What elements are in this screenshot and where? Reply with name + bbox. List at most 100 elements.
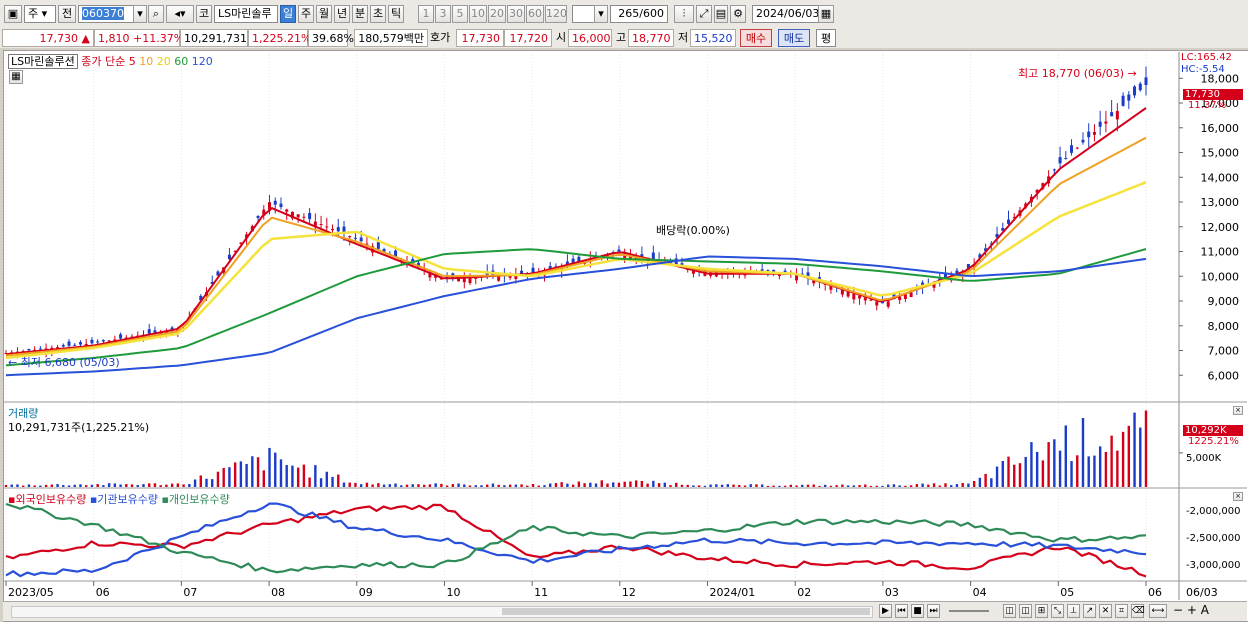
volume-bar-16 [96, 484, 99, 487]
candle-body-11 [67, 341, 71, 346]
volume-bar-105 [606, 483, 609, 487]
holders-axis-2: -2,500,000 [1186, 533, 1241, 544]
candle-body-185 [1064, 158, 1068, 160]
volume-bar-131 [755, 484, 758, 487]
volume-bar-92 [531, 483, 535, 487]
volume-bar-115 [663, 482, 666, 487]
scroll-right-icon[interactable]: ▶ [879, 604, 892, 618]
trend-icon[interactable]: ⤡ [1051, 604, 1064, 618]
volume-bar-196 [1127, 425, 1131, 487]
volume-bar-182 [1047, 442, 1050, 487]
volume-bar-128 [738, 484, 741, 487]
volume-bar-7 [44, 484, 48, 487]
x-label-0: 2023/05 [8, 586, 54, 599]
volume-bar-189 [1087, 456, 1090, 487]
individual-holding-text: 개인보유수량 [168, 493, 230, 506]
forward-icon[interactable]: ⏭ [927, 604, 940, 618]
chart-type-icon[interactable]: ◫ [1003, 604, 1016, 618]
volume-bar-177 [1018, 463, 1022, 487]
zoom-in-out-icon[interactable]: ⟷ [1149, 604, 1167, 618]
volume-bar-172 [990, 478, 993, 487]
volume-bar-63 [365, 482, 369, 487]
volume-bar-109 [629, 481, 632, 487]
volume-bar-65 [377, 483, 380, 487]
volume-bar-60 [348, 482, 351, 487]
candle-body-157 [903, 294, 907, 299]
dividend-annotation: 배당락(0.00%) [656, 224, 730, 237]
x-label-1: 06 [96, 586, 110, 599]
rewind-icon[interactable]: ⏮ [895, 604, 908, 618]
ruler-icon[interactable]: ⟂ [1067, 604, 1080, 618]
volume-bar-26 [153, 483, 157, 487]
volume-bar-51 [296, 467, 300, 487]
candle-body-60 [348, 236, 352, 238]
volume-bar-157 [904, 485, 907, 487]
layout-icon[interactable]: ⊞ [1035, 604, 1048, 618]
candle-body-187 [1075, 147, 1079, 149]
volume-bar-107 [617, 482, 621, 487]
volume-bar-144 [829, 485, 833, 487]
scroll-track[interactable] [11, 606, 873, 618]
cross-tool-icon[interactable]: ✕ [1099, 604, 1112, 618]
x-label-4: 09 [359, 586, 373, 599]
grid-toggle-icon[interactable]: ▦ [9, 70, 23, 84]
volume-bar-146 [841, 484, 844, 487]
volume-bar-80 [463, 484, 466, 487]
candle-body-154 [886, 301, 890, 307]
x-label-10: 03 [885, 586, 899, 599]
holders-legend: ▪외국인보유수량 ▪기관보유수량 ▪개인보유수량 [8, 491, 230, 507]
compare-icon[interactable]: ◫ [1019, 604, 1032, 618]
volume-bar-135 [778, 485, 781, 487]
volume-bar-19 [113, 483, 117, 487]
volume-bar-187 [1076, 455, 1079, 487]
low-annotation: ← 최저 6,680 (05/03) [8, 356, 120, 369]
institution-holding-label: ▪기관보유수량 [89, 493, 159, 506]
x-label-12: 05 [1060, 586, 1074, 599]
volume-bar-76 [440, 483, 443, 487]
candle-body-47 [273, 200, 277, 205]
candle-body-107 [617, 249, 621, 252]
candle-body-62 [359, 237, 363, 242]
volume-bar-108 [623, 481, 626, 487]
scroll-thumb[interactable] [502, 608, 870, 615]
stock-tag: LS마린솔루션 [8, 54, 78, 69]
volume-bar-10 [62, 485, 65, 487]
x-label-6: 11 [534, 586, 548, 599]
volume-bar-116 [669, 485, 672, 487]
volume-bar-156 [898, 485, 901, 487]
volume-bar-165 [950, 485, 953, 487]
zoom-controls[interactable]: − + A [1173, 603, 1209, 617]
volume-bar-180 [1035, 451, 1039, 487]
candle-body-175 [1007, 219, 1011, 224]
volume-bar-15 [90, 484, 94, 487]
candle-body-186 [1070, 145, 1074, 153]
volume-bar-46 [268, 447, 271, 487]
volume-bar-35 [205, 478, 208, 487]
volume-bar-94 [543, 485, 546, 487]
candle-body-51 [296, 214, 300, 218]
eraser-icon[interactable]: ⌫ [1131, 604, 1145, 618]
volume-close-icon[interactable]: × [1233, 406, 1243, 415]
text-tool-icon[interactable]: ⌗ [1115, 604, 1128, 618]
volume-bar-75 [434, 483, 437, 487]
candle-body-194 [1115, 111, 1119, 120]
candle-body-53 [308, 212, 312, 220]
stop-icon[interactable]: ■ [911, 604, 924, 618]
x-label-7: 12 [622, 586, 636, 599]
volume-bar-36 [211, 479, 214, 487]
volume-bar-197 [1133, 412, 1136, 487]
zoom-slider[interactable] [949, 610, 989, 612]
volume-bar-163 [938, 485, 941, 487]
volume-bar-164 [944, 483, 947, 487]
volume-bar-44 [256, 457, 260, 487]
candle-body-150 [863, 297, 867, 301]
volume-bar-20 [119, 484, 122, 487]
arrow-tool-icon[interactable]: ↗ [1083, 604, 1096, 618]
volume-bar-74 [428, 484, 432, 487]
x-label-5: 10 [446, 586, 460, 599]
volume-bar-37 [216, 471, 220, 487]
institution-holding-text: 기관보유수량 [97, 493, 159, 506]
price-tick-label-6: 12,000 [1201, 221, 1240, 234]
chart-svg[interactable]: 6,000 7,000 8,000 9,000 10,000 11,000 12,000 13… [0, 0, 1248, 621]
holders-close-icon[interactable]: × [1233, 492, 1243, 501]
